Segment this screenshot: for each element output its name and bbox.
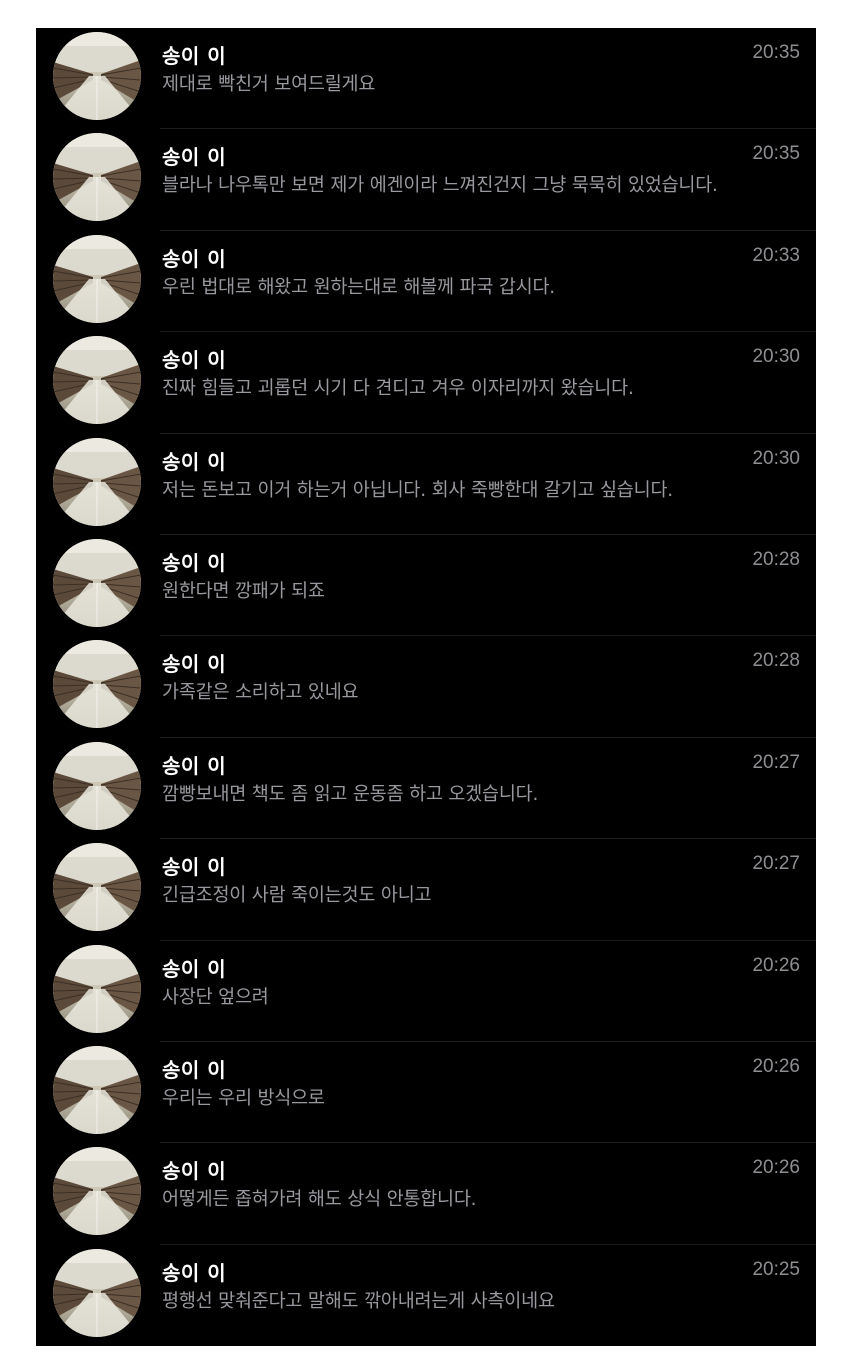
- avatar-photo-icon: [53, 741, 141, 830]
- message-preview: 어떻게든 좁혀가려 해도 상식 안통합니다.: [162, 1189, 477, 1211]
- avatar-photo-icon: [53, 1147, 141, 1236]
- message-content: 송이 이 20:27 긴급조정이 사람 죽이는것도 아니고: [160, 839, 816, 941]
- avatar[interactable]: [53, 1147, 141, 1236]
- avatar[interactable]: [53, 538, 141, 627]
- message-content: 송이 이 20:30 저는 돈보고 이거 하는거 아닙니다. 회사 죽빵한대 갈…: [160, 434, 816, 536]
- message-time: 20:33: [752, 244, 800, 266]
- message-time: 20:27: [752, 751, 800, 773]
- message-preview: 우리는 우리 방식으로: [162, 1087, 325, 1109]
- message-time: 20:30: [752, 447, 800, 469]
- message-content: 송이 이 20:27 깜빵보내면 책도 좀 읽고 운동좀 하고 오겠습니다.: [160, 738, 816, 840]
- sender-name: 송이 이: [162, 652, 227, 677]
- sender-name: 송이 이: [162, 348, 227, 373]
- message-row[interactable]: 송이 이 20:26 어떻게든 좁혀가려 해도 상식 안통합니다.: [36, 1143, 816, 1246]
- avatar[interactable]: [53, 437, 141, 526]
- message-content: 송이 이 20:26 사장단 엎으려: [160, 941, 816, 1043]
- message-preview: 저는 돈보고 이거 하는거 아닙니다. 회사 죽빵한대 갈기고 싶습니다.: [162, 479, 673, 501]
- message-row[interactable]: 송이 이 20:30 진짜 힘들고 괴롭던 시기 다 견디고 겨우 이자리까지 …: [36, 332, 816, 434]
- sender-name: 송이 이: [162, 1057, 227, 1082]
- message-row[interactable]: 송이 이 20:26 사장단 엎으려: [36, 941, 816, 1043]
- avatar-photo-icon: [53, 640, 141, 729]
- avatar-photo-icon: [53, 437, 141, 526]
- message-time: 20:35: [752, 42, 800, 63]
- message-row[interactable]: 송이 이 20:28 원한다면 깡패가 되죠: [36, 535, 816, 637]
- avatar[interactable]: [53, 944, 141, 1033]
- message-time: 20:35: [752, 143, 800, 165]
- avatar[interactable]: [53, 843, 141, 932]
- message-row[interactable]: 송이 이 20:28 가족같은 소리하고 있네요: [36, 636, 816, 739]
- message-time: 20:26: [752, 1055, 800, 1077]
- message-content: 송이 이 20:35 블라나 나우톡만 보면 제가 에겐이라 느껴진건지 그냥 …: [160, 129, 816, 232]
- message-preview: 평행선 맞춰준다고 말해도 깎아내려는게 사측이네요: [162, 1290, 555, 1312]
- sender-name: 송이 이: [162, 550, 227, 575]
- message-preview: 제대로 빡친거 보여드릴게요: [162, 74, 376, 95]
- avatar-photo-icon: [53, 32, 141, 120]
- message-content: 송이 이 20:30 진짜 힘들고 괴롭던 시기 다 견디고 겨우 이자리까지 …: [160, 332, 816, 434]
- message-row[interactable]: 송이 이 20:35 제대로 빡친거 보여드릴게요: [36, 28, 816, 130]
- sender-name: 송이 이: [162, 145, 227, 170]
- message-preview: 블라나 나우톡만 보면 제가 에겐이라 느껴진건지 그냥 묵묵히 있었습니다.: [162, 175, 718, 197]
- message-preview: 사장단 엎으려: [162, 986, 269, 1008]
- message-preview: 진짜 힘들고 괴롭던 시기 다 견디고 겨우 이자리까지 왔습니다.: [162, 378, 634, 400]
- avatar-photo-icon: [53, 1045, 141, 1134]
- message-content: 송이 이 20:26 우리는 우리 방식으로: [160, 1042, 816, 1144]
- message-time: 20:26: [752, 954, 800, 976]
- message-row[interactable]: 송이 이 20:25 평행선 맞춰준다고 말해도 깎아내려는게 사측이네요: [36, 1245, 816, 1346]
- message-content: 송이 이 20:33 우린 법대로 해왔고 원하는대로 해볼께 파국 갑시다.: [160, 231, 816, 333]
- message-time: 20:28: [752, 548, 800, 570]
- avatar-photo-icon: [53, 843, 141, 932]
- message-preview: 깜빵보내면 책도 좀 읽고 운동좀 하고 오겠습니다.: [162, 783, 539, 805]
- message-time: 20:30: [752, 346, 800, 368]
- sender-name: 송이 이: [162, 956, 227, 981]
- avatar-photo-icon: [53, 944, 141, 1033]
- avatar[interactable]: [53, 640, 141, 729]
- message-preview: 가족같은 소리하고 있네요: [162, 682, 359, 704]
- message-row[interactable]: 송이 이 20:30 저는 돈보고 이거 하는거 아닙니다. 회사 죽빵한대 갈…: [36, 434, 816, 536]
- avatar[interactable]: [53, 32, 141, 120]
- message-content: 송이 이 20:26 어떻게든 좁혀가려 해도 상식 안통합니다.: [160, 1143, 816, 1246]
- message-content: 송이 이 20:25 평행선 맞춰준다고 말해도 깎아내려는게 사측이네요: [160, 1245, 816, 1346]
- sender-name: 송이 이: [162, 753, 227, 778]
- avatar-photo-icon: [53, 1248, 141, 1337]
- message-content: 송이 이 20:28 가족같은 소리하고 있네요: [160, 636, 816, 739]
- avatar[interactable]: [53, 1248, 141, 1337]
- message-row[interactable]: 송이 이 20:35 블라나 나우톡만 보면 제가 에겐이라 느껴진건지 그냥 …: [36, 129, 816, 232]
- message-row[interactable]: 송이 이 20:27 긴급조정이 사람 죽이는것도 아니고: [36, 839, 816, 941]
- message-time: 20:25: [752, 1258, 800, 1280]
- message-list: 송이 이 20:35 제대로 빡친거 보여드릴게요 송이 이 20:35 블라나…: [36, 28, 816, 1346]
- avatar-photo-icon: [53, 538, 141, 627]
- message-time: 20:28: [752, 650, 800, 672]
- sender-name: 송이 이: [162, 1260, 227, 1285]
- sender-name: 송이 이: [162, 1159, 227, 1184]
- message-row[interactable]: 송이 이 20:33 우린 법대로 해왔고 원하는대로 해볼께 파국 갑시다.: [36, 231, 816, 333]
- avatar[interactable]: [53, 1045, 141, 1134]
- avatar[interactable]: [53, 741, 141, 830]
- sender-name: 송이 이: [162, 44, 227, 68]
- sender-name: 송이 이: [162, 246, 227, 271]
- avatar[interactable]: [53, 336, 141, 425]
- message-preview: 우린 법대로 해왔고 원하는대로 해볼께 파국 갑시다.: [162, 276, 555, 298]
- message-row[interactable]: 송이 이 20:26 우리는 우리 방식으로: [36, 1042, 816, 1144]
- avatar-photo-icon: [53, 336, 141, 425]
- message-time: 20:27: [752, 853, 800, 875]
- avatar[interactable]: [53, 234, 141, 323]
- message-row[interactable]: 송이 이 20:27 깜빵보내면 책도 좀 읽고 운동좀 하고 오겠습니다.: [36, 738, 816, 840]
- sender-name: 송이 이: [162, 855, 227, 880]
- message-preview: 긴급조정이 사람 죽이는것도 아니고: [162, 885, 432, 907]
- avatar-photo-icon: [53, 133, 141, 222]
- avatar[interactable]: [53, 133, 141, 222]
- avatar-photo-icon: [53, 234, 141, 323]
- message-preview: 원한다면 깡패가 되죠: [162, 580, 325, 602]
- message-content: 송이 이 20:35 제대로 빡친거 보여드릴게요: [160, 28, 816, 130]
- message-time: 20:26: [752, 1157, 800, 1179]
- message-content: 송이 이 20:28 원한다면 깡패가 되죠: [160, 535, 816, 637]
- sender-name: 송이 이: [162, 449, 227, 474]
